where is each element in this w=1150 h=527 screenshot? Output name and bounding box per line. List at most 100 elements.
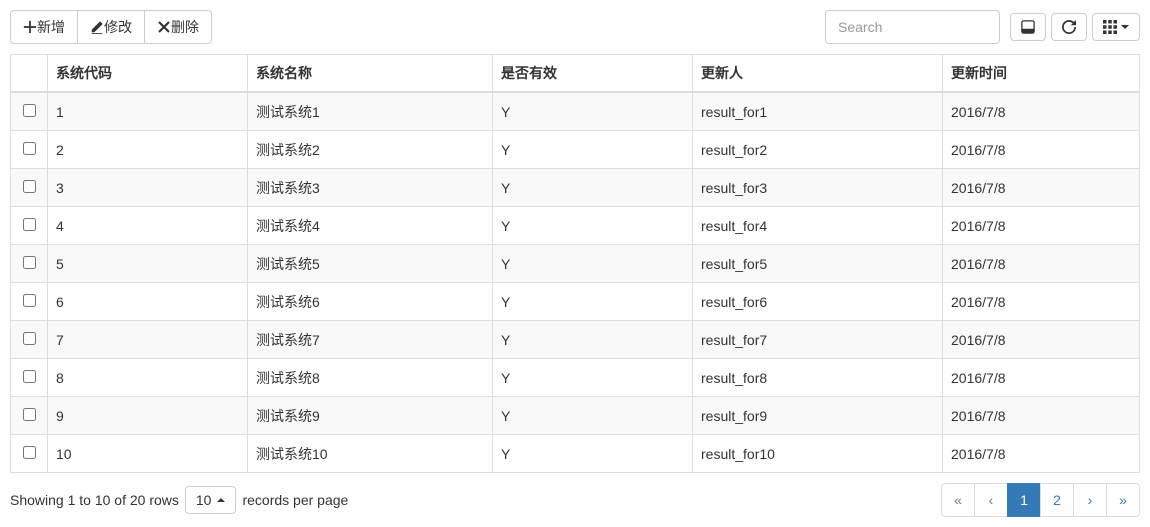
cell-updater: result_for4 (693, 207, 943, 245)
cell-code: 2 (48, 131, 248, 169)
pagination: « ‹ 12 › » (941, 483, 1140, 517)
header-updater[interactable]: 更新人 (693, 55, 943, 93)
refresh-icon (1062, 20, 1076, 34)
cell-updated-at: 2016/7/8 (943, 359, 1140, 397)
row-checkbox[interactable] (23, 256, 36, 269)
cell-updater: result_for1 (693, 92, 943, 131)
header-updated-at[interactable]: 更新时间 (943, 55, 1140, 93)
table-row[interactable]: 3测试系统3Yresult_for32016/7/8 (11, 169, 1140, 207)
cell-updated-at: 2016/7/8 (943, 169, 1140, 207)
page-next-button[interactable]: › (1073, 483, 1107, 517)
table-header-row: 系统代码 系统名称 是否有效 更新人 更新时间 (11, 55, 1140, 93)
cell-name: 测试系统6 (248, 283, 493, 321)
cell-valid: Y (493, 397, 693, 435)
cell-name: 测试系统7 (248, 321, 493, 359)
table-row[interactable]: 10测试系统10Yresult_for102016/7/8 (11, 435, 1140, 473)
cell-valid: Y (493, 321, 693, 359)
footer-left: Showing 1 to 10 of 20 rows 10 records pe… (10, 486, 348, 514)
row-checkbox[interactable] (23, 142, 36, 155)
cell-code: 8 (48, 359, 248, 397)
edit-button[interactable]: 修改 (77, 10, 145, 44)
cell-updated-at: 2016/7/8 (943, 397, 1140, 435)
cell-updater: result_for2 (693, 131, 943, 169)
cell-code: 7 (48, 321, 248, 359)
table-row[interactable]: 7测试系统7Yresult_for72016/7/8 (11, 321, 1140, 359)
cell-code: 5 (48, 245, 248, 283)
cell-updater: result_for8 (693, 359, 943, 397)
row-checkbox[interactable] (23, 408, 36, 421)
header-valid[interactable]: 是否有效 (493, 55, 693, 93)
toggle-pagination-button[interactable] (1010, 13, 1046, 41)
table-row[interactable]: 6测试系统6Yresult_for62016/7/8 (11, 283, 1140, 321)
columns-button[interactable] (1092, 13, 1140, 41)
row-checkbox-cell (11, 321, 48, 359)
cell-updated-at: 2016/7/8 (943, 245, 1140, 283)
add-button[interactable]: 新增 (10, 10, 78, 44)
toolbar-right (825, 10, 1140, 44)
cell-name: 测试系统4 (248, 207, 493, 245)
cell-updated-at: 2016/7/8 (943, 92, 1140, 131)
records-per-page-label: records per page (242, 492, 348, 508)
cell-valid: Y (493, 92, 693, 131)
cell-updater: result_for5 (693, 245, 943, 283)
cell-updated-at: 2016/7/8 (943, 283, 1140, 321)
pagination-info: Showing 1 to 10 of 20 rows (10, 492, 179, 508)
cell-updated-at: 2016/7/8 (943, 321, 1140, 359)
page-prev-button[interactable]: ‹ (974, 483, 1008, 517)
cell-updated-at: 2016/7/8 (943, 131, 1140, 169)
cell-code: 10 (48, 435, 248, 473)
remove-icon (157, 20, 171, 34)
page-last-button[interactable]: » (1106, 483, 1140, 517)
edit-label: 修改 (104, 17, 132, 37)
data-table: 系统代码 系统名称 是否有效 更新人 更新时间 1测试系统1Yresult_fo… (10, 54, 1140, 473)
delete-button[interactable]: 删除 (144, 10, 212, 44)
row-checkbox-cell (11, 435, 48, 473)
row-checkbox[interactable] (23, 180, 36, 193)
cell-name: 测试系统8 (248, 359, 493, 397)
cell-name: 测试系统5 (248, 245, 493, 283)
page-first-button[interactable]: « (941, 483, 975, 517)
cell-updated-at: 2016/7/8 (943, 207, 1140, 245)
table-row[interactable]: 5测试系统5Yresult_for52016/7/8 (11, 245, 1140, 283)
table-footer: Showing 1 to 10 of 20 rows 10 records pe… (10, 483, 1140, 517)
cell-updater: result_for9 (693, 397, 943, 435)
caret-up-icon (217, 498, 225, 502)
cell-valid: Y (493, 207, 693, 245)
row-checkbox[interactable] (23, 294, 36, 307)
table-row[interactable]: 8测试系统8Yresult_for82016/7/8 (11, 359, 1140, 397)
row-checkbox-cell (11, 131, 48, 169)
edit-icon (90, 20, 104, 34)
table-row[interactable]: 4测试系统4Yresult_for42016/7/8 (11, 207, 1140, 245)
refresh-button[interactable] (1051, 13, 1087, 41)
row-checkbox[interactable] (23, 332, 36, 345)
cell-code: 1 (48, 92, 248, 131)
toggle-icon (1021, 20, 1035, 34)
cell-code: 4 (48, 207, 248, 245)
page-size-selector[interactable]: 10 (185, 486, 237, 514)
table-row[interactable]: 9测试系统9Yresult_for92016/7/8 (11, 397, 1140, 435)
row-checkbox-cell (11, 169, 48, 207)
plus-icon (23, 20, 37, 34)
header-name[interactable]: 系统名称 (248, 55, 493, 93)
row-checkbox-cell (11, 359, 48, 397)
cell-updater: result_for10 (693, 435, 943, 473)
table-row[interactable]: 1测试系统1Yresult_for12016/7/8 (11, 92, 1140, 131)
row-checkbox[interactable] (23, 370, 36, 383)
toolbar: 新增 修改 删除 (10, 10, 1140, 44)
header-code[interactable]: 系统代码 (48, 55, 248, 93)
page-number-button[interactable]: 2 (1040, 483, 1074, 517)
cell-valid: Y (493, 283, 693, 321)
cell-updater: result_for3 (693, 169, 943, 207)
page-size-value: 10 (196, 492, 212, 508)
row-checkbox[interactable] (23, 218, 36, 231)
table-row[interactable]: 2测试系统2Yresult_for22016/7/8 (11, 131, 1140, 169)
header-checkbox-cell (11, 55, 48, 93)
row-checkbox[interactable] (23, 446, 36, 459)
search-input[interactable] (825, 10, 1000, 44)
cell-name: 测试系统2 (248, 131, 493, 169)
cell-valid: Y (493, 169, 693, 207)
cell-valid: Y (493, 359, 693, 397)
row-checkbox[interactable] (23, 104, 36, 117)
page-number-button[interactable]: 1 (1007, 483, 1041, 517)
action-button-group: 新增 修改 删除 (10, 10, 212, 44)
